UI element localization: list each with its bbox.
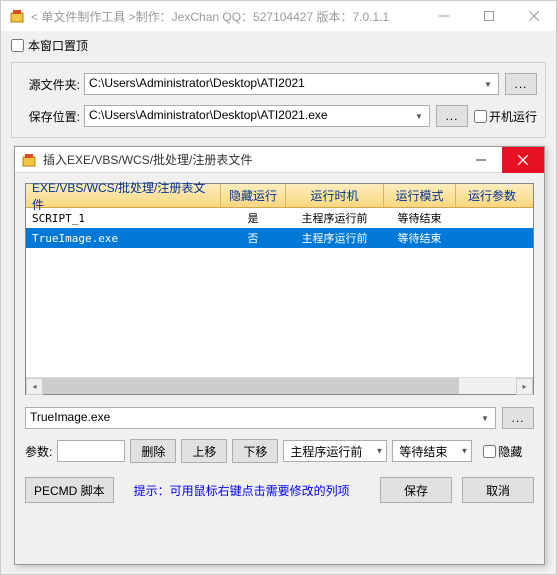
chevron-down-icon: ▼ [480,76,496,92]
scroll-right-arrow[interactable]: ▸ [516,378,533,395]
cell-params [456,216,528,220]
th-mode[interactable]: 运行模式 [384,184,456,207]
run-on-boot-checkbox[interactable]: 开机运行 [474,108,537,125]
cell-mode: 等待结束 [384,228,456,248]
filename-row: TrueImage.exe ▼ ... [25,407,534,429]
save-label: 保存位置: [20,108,80,125]
filename-value: TrueImage.exe [30,410,110,424]
source-path-combo[interactable]: C:\Users\Administrator\Desktop\ATI2021 ▼ [84,73,499,95]
dialog-body: EXE/VBS/WCS/批处理/注册表文件 隐藏运行 运行时机 运行模式 运行参… [15,173,544,513]
source-path-value: C:\Users\Administrator\Desktop\ATI2021 [89,76,305,90]
save-button[interactable]: 保存 [380,477,452,503]
bottom-row: PECMD 脚本 提示：可用鼠标右键点击需要修改的列项 保存 取消 [25,477,534,503]
th-file[interactable]: EXE/VBS/WCS/批处理/注册表文件 [26,184,221,207]
main-content: 本窗口置顶 源文件夹: C:\Users\Administrator\Deskt… [1,31,556,144]
chevron-down-icon: ▼ [460,447,468,456]
table-body[interactable]: SCRIPT_1 是 主程序运行前 等待结束 TrueImage.exe 否 主… [26,208,533,377]
param-row: 参数: 删除 上移 下移 主程序运行前 ▼ 等待结束 ▼ 隐藏 [25,439,534,463]
pecmd-script-button[interactable]: PECMD 脚本 [25,477,114,503]
cell-hidden: 是 [221,208,286,228]
move-down-button[interactable]: 下移 [232,439,278,463]
scroll-track[interactable] [43,378,516,394]
dialog-title-bar: 插入EXE/VBS/WCS/批处理/注册表文件 [15,147,544,173]
run-on-boot-label: 开机运行 [489,108,537,125]
cell-hidden: 否 [221,228,286,248]
cancel-button[interactable]: 取消 [462,477,534,503]
cell-timing: 主程序运行前 [286,228,384,248]
source-label: 源文件夹: [20,76,80,93]
dialog-icon [21,152,37,168]
horizontal-scrollbar[interactable]: ◂ ▸ [26,377,533,394]
save-browse-button[interactable]: ... [436,105,468,127]
scroll-thumb[interactable] [43,378,459,394]
close-button[interactable] [511,1,556,31]
save-path-combo[interactable]: C:\Users\Administrator\Desktop\ATI2021.e… [84,105,430,127]
hidden-checkbox-label: 隐藏 [498,443,522,460]
th-timing[interactable]: 运行时机 [286,184,384,207]
dialog-title-text: 插入EXE/VBS/WCS/批处理/注册表文件 [43,151,460,168]
param-input[interactable] [57,440,125,462]
param-label: 参数: [25,443,52,460]
source-browse-button[interactable]: ... [505,73,537,95]
pin-window-checkbox[interactable]: 本窗口置顶 [11,37,546,54]
table-header: EXE/VBS/WCS/批处理/注册表文件 隐藏运行 运行时机 运行模式 运行参… [26,184,533,208]
cell-timing: 主程序运行前 [286,208,384,228]
main-title-bar: < 单文件制作工具 >制作：JexChan QQ：527104427 版本：7.… [1,1,556,31]
dialog-controls [460,147,544,173]
app-icon [9,8,25,24]
run-on-boot-input[interactable] [474,110,487,123]
file-table: EXE/VBS/WCS/批处理/注册表文件 隐藏运行 运行时机 运行模式 运行参… [25,183,534,395]
window-controls [421,1,556,31]
main-title-text: < 单文件制作工具 >制作：JexChan QQ：527104427 版本：7.… [31,8,421,25]
timing-select-value: 主程序运行前 [290,445,362,459]
hidden-checkbox[interactable]: 隐藏 [483,443,522,460]
hint-text: 提示：可用鼠标右键点击需要修改的列项 [124,482,370,499]
filename-combo[interactable]: TrueImage.exe ▼ [25,407,496,429]
mode-select[interactable]: 等待结束 ▼ [392,440,472,462]
save-row: 保存位置: C:\Users\Administrator\Desktop\ATI… [20,105,537,127]
cell-file: SCRIPT_1 [26,210,221,227]
table-row[interactable]: SCRIPT_1 是 主程序运行前 等待结束 [26,208,533,228]
scroll-left-arrow[interactable]: ◂ [26,378,43,395]
cell-mode: 等待结束 [384,208,456,228]
cell-params [456,236,528,240]
maximize-button[interactable] [466,1,511,31]
minimize-button[interactable] [421,1,466,31]
insert-file-dialog: 插入EXE/VBS/WCS/批处理/注册表文件 EXE/VBS/WCS/批处理/… [14,146,545,565]
chevron-down-icon: ▼ [411,108,427,124]
delete-button[interactable]: 删除 [130,439,176,463]
pin-checkbox-input[interactable] [11,39,24,52]
dialog-close-button[interactable] [502,147,544,173]
save-path-value: C:\Users\Administrator\Desktop\ATI2021.e… [89,108,328,122]
dialog-minimize-button[interactable] [460,147,502,173]
source-row: 源文件夹: C:\Users\Administrator\Desktop\ATI… [20,73,537,95]
th-params[interactable]: 运行参数 [456,184,528,207]
cell-file: TrueImage.exe [26,230,221,247]
filename-browse-button[interactable]: ... [502,407,534,429]
mode-select-value: 等待结束 [399,445,447,459]
timing-select[interactable]: 主程序运行前 ▼ [283,440,387,462]
pin-checkbox-label: 本窗口置顶 [28,37,88,54]
move-up-button[interactable]: 上移 [181,439,227,463]
chevron-down-icon: ▼ [375,447,383,456]
paths-group: 源文件夹: C:\Users\Administrator\Desktop\ATI… [11,62,546,138]
main-window: < 单文件制作工具 >制作：JexChan QQ：527104427 版本：7.… [0,0,557,575]
table-row[interactable]: TrueImage.exe 否 主程序运行前 等待结束 [26,228,533,248]
th-hidden[interactable]: 隐藏运行 [221,184,286,207]
chevron-down-icon: ▼ [477,410,493,426]
hidden-checkbox-input[interactable] [483,445,496,458]
